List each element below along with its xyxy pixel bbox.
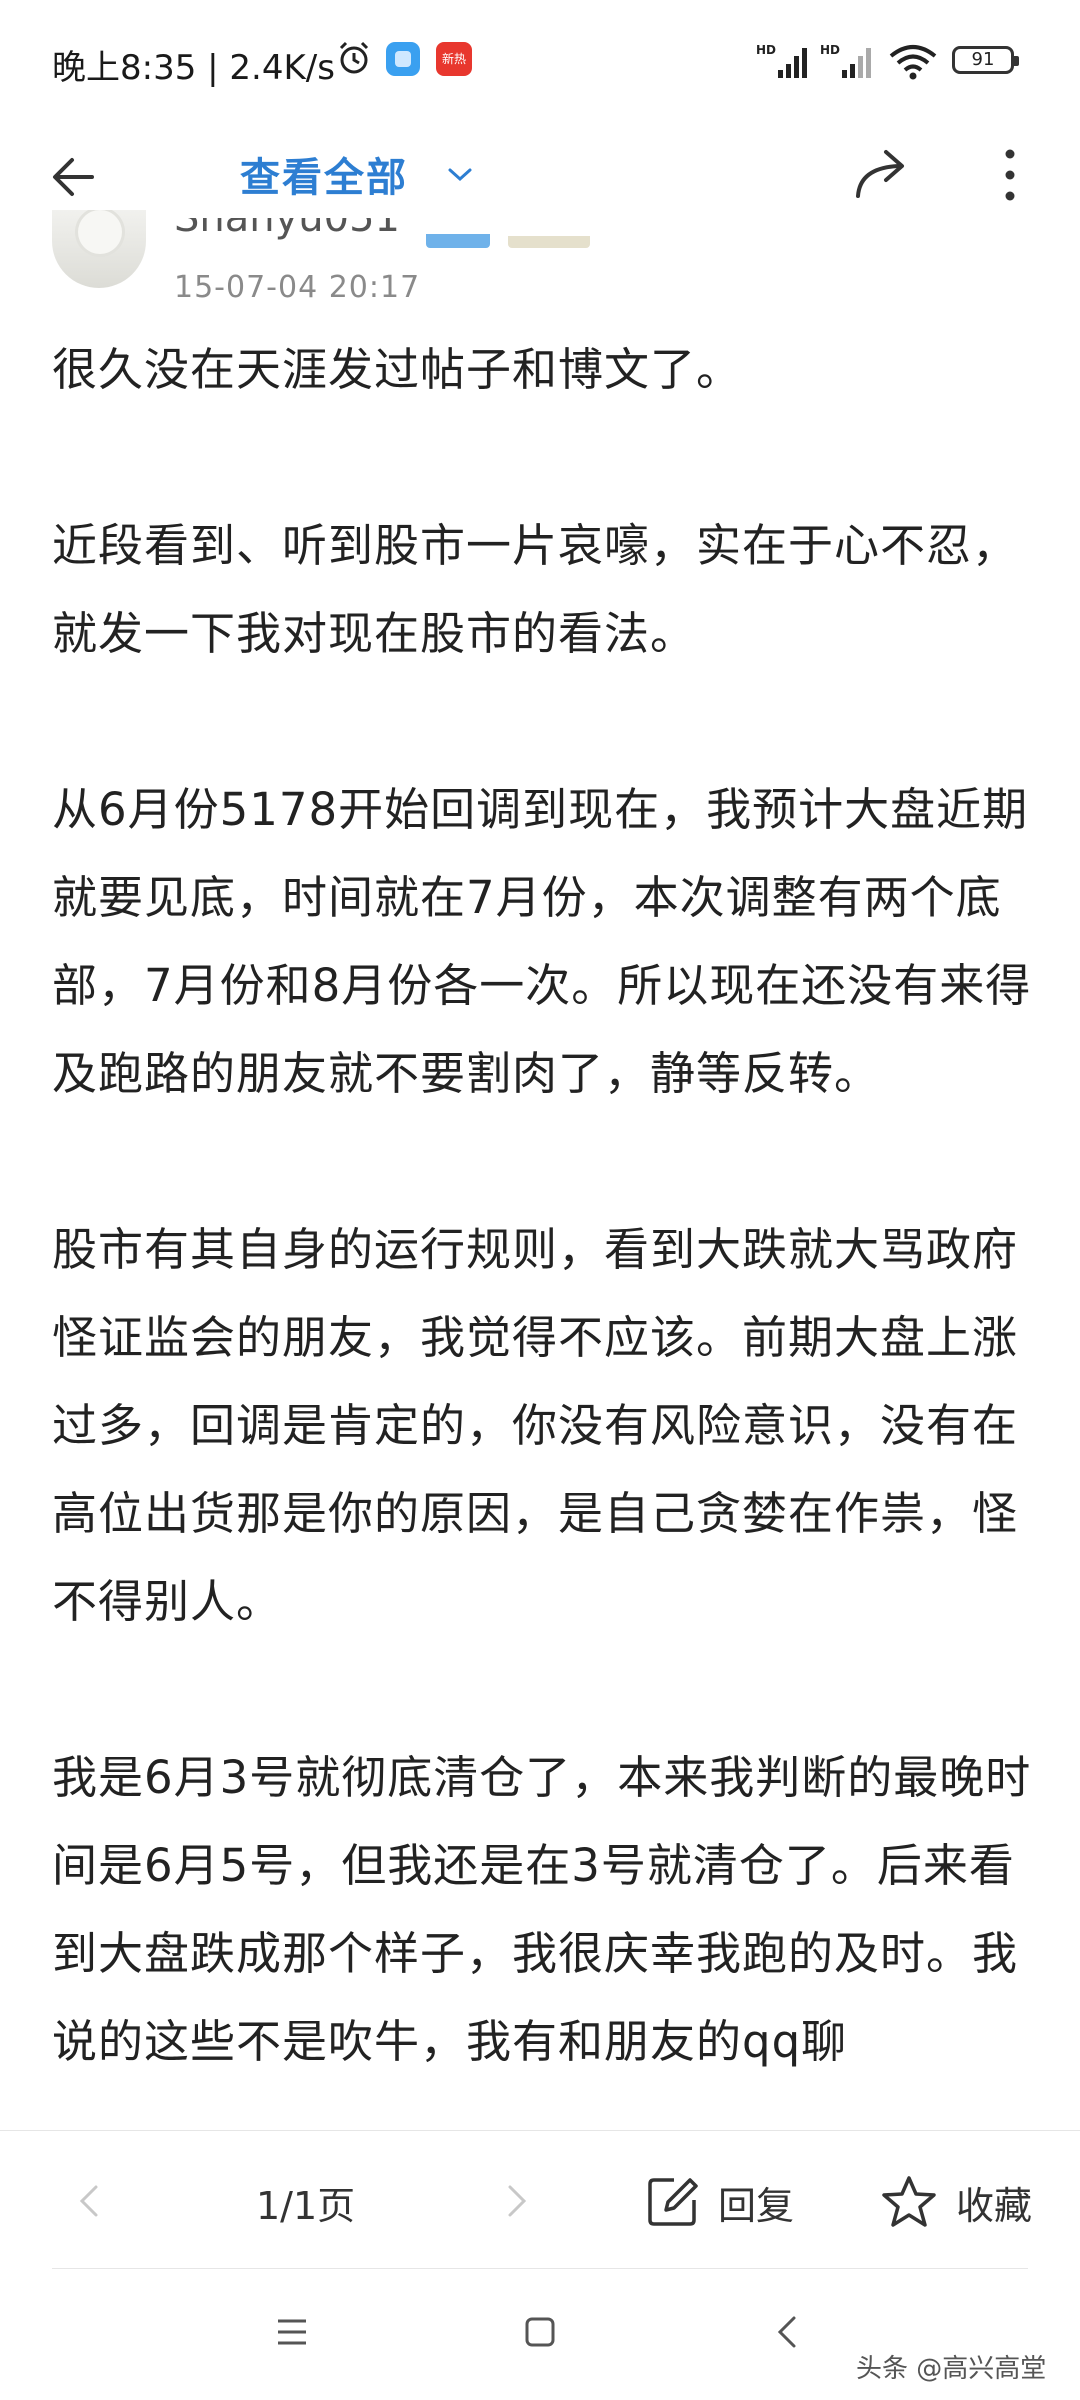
reply-label: 回复 xyxy=(718,2183,795,2228)
alarm-icon xyxy=(339,41,369,74)
status-bar: 晚上8:35 | 2.4K/s 新热 HD HD 91 xyxy=(0,0,1080,120)
star-icon xyxy=(882,2176,936,2227)
paragraph: 很久没在天涯发过帖子和博文了。 xyxy=(52,343,743,396)
title-bar: 查看全部 xyxy=(0,120,1080,230)
network-label-2: HD xyxy=(820,43,840,57)
recent-apps-button[interactable] xyxy=(272,2312,312,2352)
prev-page-button[interactable] xyxy=(70,2181,110,2221)
author-name[interactable]: Shanyu051 xyxy=(174,218,404,244)
view-all-dropdown[interactable]: 查看全部 xyxy=(240,144,474,204)
system-back-button[interactable] xyxy=(768,2312,808,2352)
network-label: HD xyxy=(756,43,776,57)
paragraph: 近段看到、听到股市一片哀嚎，实在于心不忍，就发一下我对现在股市的看法。 xyxy=(52,519,1019,660)
chevron-down-icon xyxy=(448,168,472,182)
signal-icon-2: HD xyxy=(820,43,871,78)
news-app-icon: 新热 xyxy=(436,42,472,76)
more-options-button[interactable] xyxy=(990,142,1030,208)
author-badge xyxy=(426,234,490,248)
watermark: 头条 @高兴高堂 xyxy=(856,2354,1047,2384)
bottom-toolbar: 1/1页 回复 收藏 xyxy=(0,2130,1080,2271)
battery-icon: 91 xyxy=(952,46,1019,74)
reply-icon xyxy=(648,2178,698,2226)
paragraph: 从6月份5178开始回调到现在，我预计大盘近期就要见底，时间就在7月份，本次调整… xyxy=(52,783,1032,1100)
paragraph: 我是6月3号就彻底清仓了，本来我判断的最晚时间是6月5号，但我还是在3号就清仓了… xyxy=(52,1751,1032,2068)
status-time: 晚上8:35 | 2.4K/s xyxy=(52,48,335,88)
paragraph: 股市有其自身的运行规则，看到大跌就大骂政府怪证监会的朋友，我觉得不应该。前期大盘… xyxy=(52,1223,1019,1628)
favorite-label: 收藏 xyxy=(956,2183,1033,2228)
share-button[interactable] xyxy=(848,142,914,208)
divider xyxy=(52,2268,1028,2269)
wifi-icon xyxy=(889,45,937,80)
post-date: 15-07-04 20:17 xyxy=(174,270,421,305)
avatar[interactable] xyxy=(52,210,146,288)
author-level-badge xyxy=(508,236,590,248)
page-indicator[interactable]: 1/1页 xyxy=(256,2175,355,2230)
home-button[interactable] xyxy=(520,2312,560,2352)
back-button[interactable] xyxy=(40,142,110,212)
favorite-button[interactable]: 收藏 xyxy=(880,2167,1032,2237)
next-page-button[interactable] xyxy=(496,2181,536,2221)
post-content: 很久没在天涯发过帖子和博文了。 近段看到、听到股市一片哀嚎，实在于心不忍，就发一… xyxy=(52,326,1042,2174)
page-title: 查看全部 xyxy=(240,155,408,201)
signal-icon: HD xyxy=(756,43,807,78)
reply-button[interactable]: 回复 xyxy=(644,2167,794,2237)
system-nav-bar: 头条 @高兴高堂 xyxy=(0,2272,1080,2400)
app-notification-icon xyxy=(386,42,420,76)
